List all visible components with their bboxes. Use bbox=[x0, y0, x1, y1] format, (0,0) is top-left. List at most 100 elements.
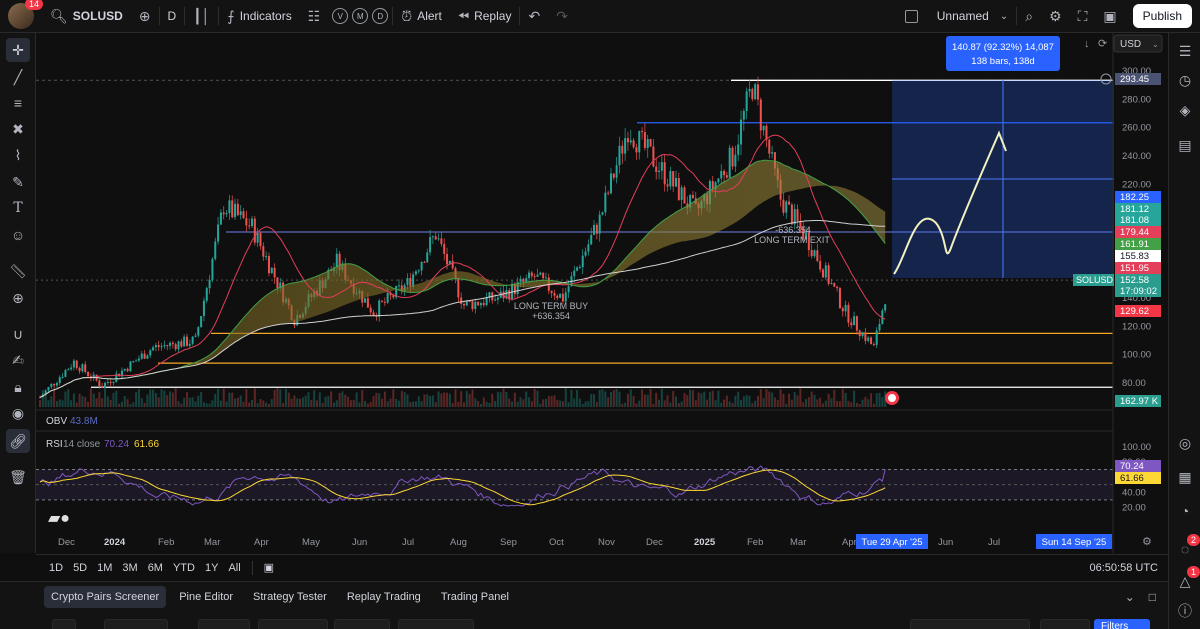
goto-date-icon[interactable]: ▣ bbox=[259, 561, 279, 574]
chart-area[interactable]: 140.87 (92.32%) 14,087 138 bars, 138d LO… bbox=[36, 33, 1168, 553]
undo-button[interactable]: ↶ bbox=[520, 0, 548, 33]
utc-clock[interactable]: 06:50:58 UTC bbox=[1090, 562, 1158, 574]
fullscreen-button[interactable]: ⛶ bbox=[1070, 0, 1096, 33]
volume-bar bbox=[349, 400, 352, 407]
filters-button[interactable]: Filters bbox=[1094, 619, 1150, 629]
volume-bar bbox=[426, 394, 429, 407]
layers-icon[interactable]: ◈ bbox=[1173, 98, 1197, 122]
text-tool-icon[interactable]: T bbox=[6, 196, 30, 220]
ruler-tool-icon[interactable]: 📏︎ bbox=[6, 259, 30, 283]
chat-icon[interactable]: ▤ bbox=[1173, 133, 1197, 157]
candle-body bbox=[581, 255, 584, 268]
volume-bar bbox=[47, 400, 50, 407]
collapse-panel-icon[interactable]: ⌄ bbox=[1125, 590, 1135, 604]
brush-tool-icon[interactable]: ✎ bbox=[6, 170, 30, 194]
emoji-tool-icon[interactable]: ☺ bbox=[6, 223, 30, 247]
candle-body bbox=[146, 355, 149, 359]
compare-button[interactable]: ⊕ bbox=[131, 0, 159, 33]
alerts-clock-icon[interactable]: ◷ bbox=[1173, 68, 1197, 92]
time-tick-label: Jul bbox=[402, 537, 414, 548]
timeframe-button[interactable]: 1M bbox=[92, 562, 117, 574]
d-toggle[interactable]: D bbox=[372, 8, 389, 24]
volume-bar bbox=[621, 403, 624, 407]
candle-body bbox=[587, 244, 590, 252]
broadcast-icon[interactable]: ◌ 2 bbox=[1173, 534, 1200, 561]
candle-body bbox=[847, 304, 850, 323]
quick-search-button[interactable]: ⌕ bbox=[1017, 0, 1041, 33]
reset-scale-icon[interactable]: ⟳ bbox=[1098, 38, 1107, 50]
timeframe-button[interactable]: 5D bbox=[68, 562, 92, 574]
volume-bar bbox=[683, 393, 686, 407]
candle-body bbox=[836, 286, 839, 289]
help-icon[interactable]: ⓘ bbox=[1173, 599, 1197, 623]
tab-replay-trading[interactable]: Replay Trading bbox=[340, 586, 428, 608]
volume-bar bbox=[222, 388, 225, 407]
magnet-icon[interactable]: ∪ bbox=[6, 322, 30, 346]
replay-button[interactable]: ⏪︎ Replay bbox=[450, 0, 520, 33]
watchlist-icon[interactable]: ☰ bbox=[1173, 39, 1197, 63]
screener-dropdown[interactable] bbox=[104, 619, 168, 629]
rsi-label[interactable]: RSI bbox=[46, 439, 63, 450]
obv-label[interactable]: OBV bbox=[46, 416, 67, 427]
timeframe-button[interactable]: 1D bbox=[44, 562, 68, 574]
candle-body bbox=[553, 293, 556, 296]
screener-column-tab[interactable] bbox=[198, 619, 250, 629]
rsi-tick-label: 40.00 bbox=[1122, 487, 1146, 498]
lightbulb-icon[interactable]: ◔ bbox=[1173, 499, 1197, 523]
settings-button[interactable]: ⚙︎ bbox=[1041, 0, 1070, 33]
tab-strategy-tester[interactable]: Strategy Tester bbox=[246, 586, 334, 608]
interval-button[interactable]: D bbox=[160, 0, 185, 33]
calendar-icon[interactable]: ▦ bbox=[1173, 465, 1197, 489]
tab-pine-editor[interactable]: Pine Editor bbox=[172, 586, 240, 608]
symbol-search[interactable]: 🔍︎ SOLUSD bbox=[42, 0, 131, 33]
zoom-in-icon[interactable]: ⊕ bbox=[6, 286, 30, 310]
user-avatar[interactable]: 14 bbox=[8, 0, 43, 29]
timeframe-button[interactable]: YTD bbox=[168, 562, 200, 574]
screener-column-tab[interactable] bbox=[334, 619, 390, 629]
layout-selector[interactable]: Unnamed ⌄ bbox=[897, 0, 1016, 33]
screener-timeframe-select[interactable] bbox=[910, 619, 1030, 629]
alert-button[interactable]: ⏰︎ Alert bbox=[393, 0, 450, 33]
fib-tool-icon[interactable]: ≡ bbox=[6, 91, 30, 115]
publish-button[interactable]: Publish bbox=[1132, 4, 1192, 28]
timeframe-button[interactable]: All bbox=[223, 562, 245, 574]
bell-icon[interactable]: △ 1 bbox=[1173, 566, 1200, 593]
volume-bar bbox=[881, 396, 884, 407]
screener-refresh-button[interactable] bbox=[52, 619, 76, 629]
candle-body bbox=[378, 300, 381, 317]
volume-toggle[interactable]: V bbox=[332, 8, 349, 24]
redo-button[interactable]: ↷ bbox=[548, 0, 576, 33]
maximize-panel-icon[interactable]: □ bbox=[1149, 590, 1156, 604]
screener-column-tab[interactable] bbox=[258, 619, 328, 629]
tab-crypto-pairs-screener[interactable]: Crypto Pairs Screener bbox=[44, 585, 167, 608]
trendline-tool-icon[interactable]: ╱ bbox=[6, 65, 30, 89]
timeframe-button[interactable]: 6M bbox=[143, 562, 168, 574]
link-icon[interactable]: 🔗︎ bbox=[6, 429, 30, 453]
lock-drawing-icon[interactable]: ✍ bbox=[6, 348, 30, 372]
timeframe-button[interactable]: 3M bbox=[117, 562, 142, 574]
chart-settings-gear-icon[interactable]: ⚙︎ bbox=[1142, 536, 1152, 548]
indicators-button[interactable]: ⨍ Indicators bbox=[219, 0, 299, 33]
crosshair-tool-icon[interactable]: ✛ bbox=[6, 38, 30, 62]
compass-icon[interactable]: ◎ bbox=[1173, 431, 1197, 455]
checkbox-icon bbox=[904, 9, 918, 23]
screenshot-button[interactable]: ▣ bbox=[1095, 0, 1124, 33]
eye-icon[interactable]: ◉ bbox=[6, 401, 30, 425]
pattern-tool-icon[interactable]: ✖ bbox=[6, 117, 30, 141]
chart-type-button[interactable]: ┃│ bbox=[185, 0, 218, 33]
candle-body bbox=[482, 303, 485, 306]
forecast-tool-icon[interactable]: ⌇ bbox=[6, 143, 30, 167]
candle-body bbox=[494, 299, 497, 301]
screener-extra-button[interactable] bbox=[1040, 619, 1090, 629]
volume-bar bbox=[403, 391, 406, 407]
ma-toggle[interactable]: M bbox=[352, 8, 369, 24]
trash-icon[interactable]: 🗑︎ bbox=[6, 465, 30, 489]
screener-column-tab[interactable] bbox=[398, 619, 474, 629]
timeframe-button[interactable]: 1Y bbox=[200, 562, 223, 574]
scroll-down-icon[interactable]: ↓ bbox=[1084, 38, 1090, 50]
tab-trading-panel[interactable]: Trading Panel bbox=[434, 586, 516, 608]
candle-body bbox=[737, 144, 740, 155]
lock-icon[interactable]: 🔒︎ bbox=[6, 375, 30, 399]
volume-bar bbox=[72, 393, 75, 407]
templates-button[interactable]: ☷ bbox=[300, 0, 329, 33]
